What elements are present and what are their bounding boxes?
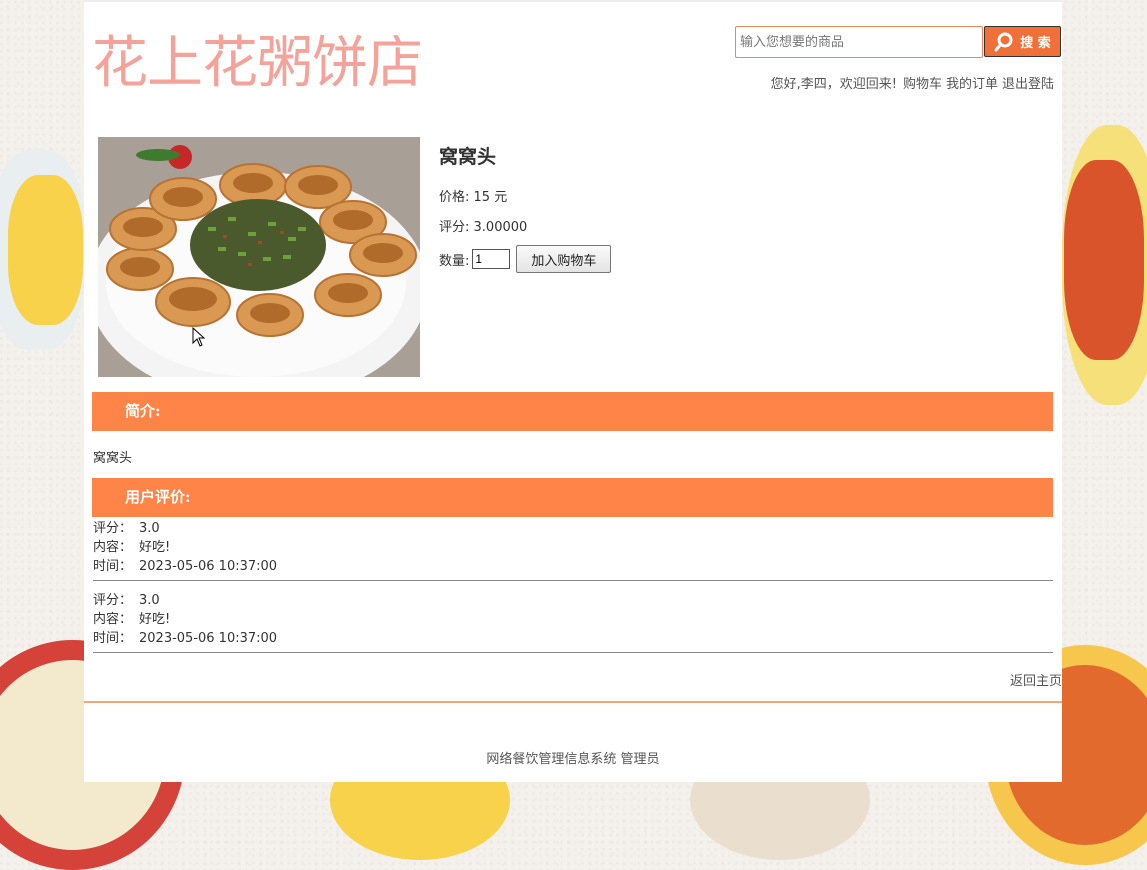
footer-divider (84, 701, 1062, 703)
quantity-label: 数量: (439, 253, 470, 269)
review-content-label: 内容： (93, 540, 133, 555)
cart-link[interactable]: 购物车 (903, 73, 942, 92)
search-input[interactable] (735, 26, 983, 58)
review-content: 内容： 好吃! (93, 610, 1053, 629)
greeting-text: 您好,李四，欢迎回来! (770, 77, 897, 92)
background-plate-right-inner (1064, 160, 1144, 360)
page-container: 花上花粥饼店 搜 索 您好,李四，欢迎回来! 购物车 我的订单 退出登陆 (84, 0, 1062, 782)
rating-label: 评分: (439, 220, 470, 235)
quantity-row: 数量: 加入购物车 (439, 245, 612, 273)
price-row: 价格: 15 元 (439, 186, 507, 205)
rating-value: 3.00000 (473, 220, 528, 235)
product-image (98, 137, 420, 377)
review-rating-value: 3.0 (139, 521, 160, 536)
quantity-input[interactable] (472, 249, 511, 269)
add-to-cart-button[interactable]: 加入购物车 (516, 245, 612, 273)
review-rating: 评分： 3.0 (93, 519, 1053, 538)
review-time: 时间： 2023-05-06 10:37:00 (93, 557, 1053, 576)
product-title: 窝窝头 (439, 146, 497, 168)
site-logo[interactable]: 花上花粥饼店 (92, 18, 423, 99)
user-bar: 您好,李四，欢迎回来! 购物车 我的订单 退出登陆 (771, 73, 1054, 92)
search-icon (994, 32, 1013, 51)
intro-text: 窝窝头 (93, 451, 133, 466)
review-rating: 评分： 3.0 (93, 591, 1053, 610)
mouse-cursor-icon (192, 327, 206, 347)
review-time-label: 时间： (93, 631, 133, 646)
intro-heading: 简介: (92, 392, 1053, 431)
rating-row: 评分: 3.00000 (439, 216, 527, 235)
review-time-value: 2023-05-06 10:37:00 (139, 559, 278, 574)
background-plate-left-inner (8, 175, 83, 325)
review-content: 内容： 好吃! (93, 538, 1053, 557)
review-content-label: 内容： (93, 612, 133, 627)
review-item: 评分： 3.0 内容： 好吃! 时间： 2023-05-06 10:37:00 (93, 591, 1053, 653)
price-label: 价格: (439, 190, 470, 205)
search-button[interactable]: 搜 索 (984, 26, 1061, 57)
review-rating-label: 评分： (93, 521, 133, 536)
search-button-label: 搜 索 (1020, 36, 1051, 51)
review-time-value: 2023-05-06 10:37:00 (139, 631, 278, 646)
review-rating-label: 评分： (93, 593, 133, 608)
review-rating-value: 3.0 (139, 593, 160, 608)
review-item: 评分： 3.0 内容： 好吃! 时间： 2023-05-06 10:37:00 (93, 519, 1053, 581)
review-time: 时间： 2023-05-06 10:37:00 (93, 629, 1053, 648)
price-value: 15 元 (473, 190, 508, 205)
product-photo (98, 137, 420, 377)
review-content-value: 好吃! (139, 612, 171, 627)
review-content-value: 好吃! (139, 540, 171, 555)
review-time-label: 时间： (93, 559, 133, 574)
orders-link[interactable]: 我的订单 (946, 73, 998, 92)
reviews-heading: 用户评价: (92, 478, 1053, 517)
back-to-home-link[interactable]: 返回主页 (1010, 670, 1062, 689)
logout-link[interactable]: 退出登陆 (1002, 73, 1054, 92)
footer-text: 网络餐饮管理信息系统 管理员 (486, 752, 660, 767)
